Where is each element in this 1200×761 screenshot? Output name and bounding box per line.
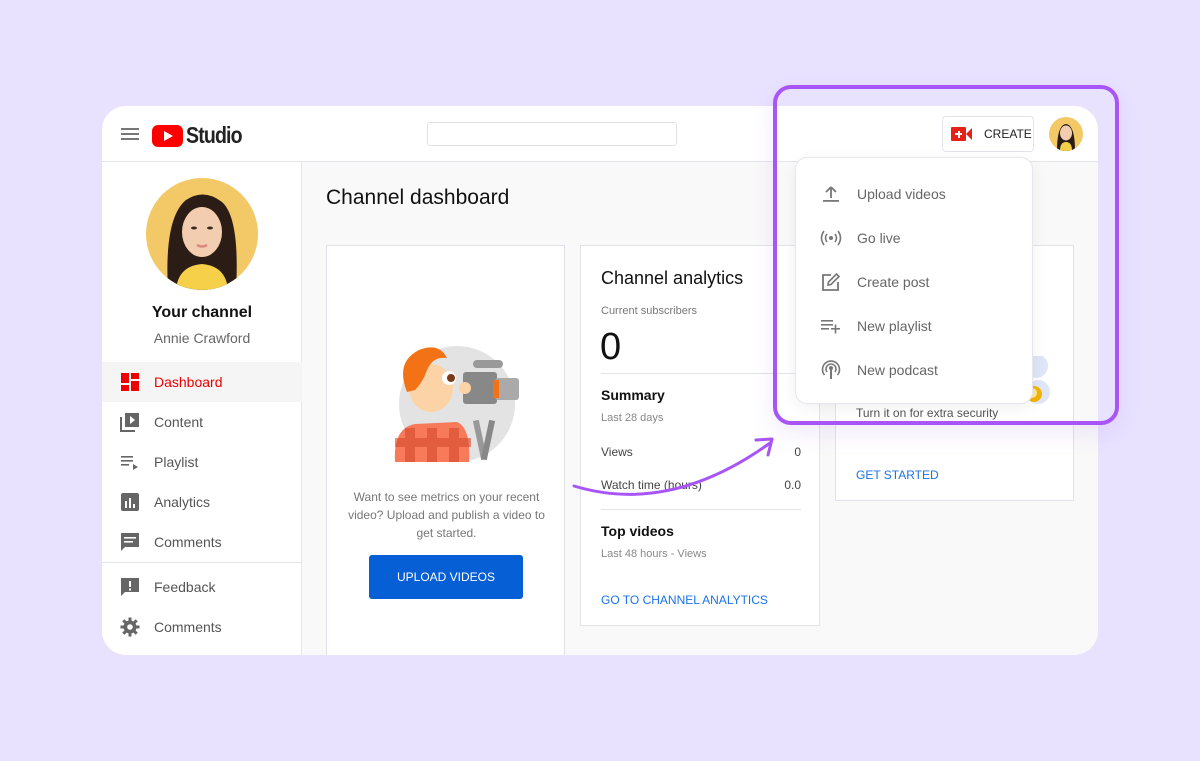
dashboard-icon xyxy=(120,372,140,392)
create-post-icon xyxy=(820,271,842,293)
go-to-channel-analytics-link[interactable]: GO TO CHANNEL ANALYTICS xyxy=(601,593,768,607)
security-text: Turn it on for extra security xyxy=(856,406,999,420)
search-input[interactable] xyxy=(427,122,677,146)
watch-time-value: 0.0 xyxy=(784,478,801,492)
upload-videos-button[interactable]: UPLOAD VIDEOS xyxy=(369,555,523,599)
top-bar: Studio CREATE xyxy=(102,106,1098,162)
youtube-studio-logo[interactable]: Studio xyxy=(152,122,252,149)
menu-item-label: New playlist xyxy=(857,318,932,334)
create-label: CREATE xyxy=(984,127,1032,141)
sidebar-item-playlist[interactable]: Playlist xyxy=(102,442,302,482)
sidebar-item-label: Comments xyxy=(154,534,222,550)
watch-time-label: Watch time (hours) xyxy=(601,478,702,492)
sidebar-item-analytics[interactable]: Analytics xyxy=(102,482,302,522)
playlist-add-icon xyxy=(820,315,842,337)
video-camera-add-icon xyxy=(951,127,973,141)
sidebar-item-label: Content xyxy=(154,414,204,430)
menu-item-create-post[interactable]: Create post xyxy=(796,260,1032,304)
comments-icon xyxy=(120,532,140,552)
gear-icon xyxy=(120,617,140,637)
menu-item-label: New podcast xyxy=(857,362,938,378)
account-avatar[interactable] xyxy=(1049,117,1083,151)
channel-analytics-card: Channel analytics Current subscribers 0 … xyxy=(580,245,820,626)
analytics-title: Channel analytics xyxy=(601,268,744,288)
live-icon xyxy=(820,227,842,249)
sidebar-item-label: Comments xyxy=(154,619,222,635)
watch-time-row: Watch time (hours) 0.0 xyxy=(601,478,801,492)
upload-description: Want to see metrics on your recent video… xyxy=(348,490,545,540)
sidebar-item-feedback[interactable]: Feedback xyxy=(102,567,302,607)
get-started-link[interactable]: GET STARTED xyxy=(856,468,939,482)
content-icon xyxy=(120,412,140,432)
create-button[interactable]: CREATE xyxy=(942,116,1034,152)
menu-item-go-live[interactable]: Go live xyxy=(796,216,1032,260)
top-videos-period: Last 48 hours - Views xyxy=(601,548,707,560)
upload-card: Want to see metrics on your recent video… xyxy=(326,245,565,655)
sidebar-item-settings[interactable]: Comments xyxy=(102,607,302,647)
sidebar-item-comments[interactable]: Comments xyxy=(102,522,302,562)
menu-item-upload-videos[interactable]: Upload videos xyxy=(796,172,1032,216)
videographer-illustration xyxy=(385,342,525,470)
sidebar-item-content[interactable]: Content xyxy=(102,402,302,442)
sidebar-item-label: Dashboard xyxy=(154,374,223,390)
sidebar-item-label: Feedback xyxy=(154,579,216,595)
channel-name: Annie Crawford xyxy=(153,330,251,346)
summary-title: Summary xyxy=(601,387,665,403)
playlist-icon xyxy=(120,452,140,472)
upload-icon xyxy=(820,183,842,205)
menu-item-label: Upload videos xyxy=(857,186,946,202)
menu-item-new-playlist[interactable]: New playlist xyxy=(796,304,1032,348)
summary-period: Last 28 days xyxy=(601,412,664,424)
top-videos-title: Top videos xyxy=(601,523,674,539)
menu-item-label: Create post xyxy=(857,274,930,290)
menu-icon[interactable] xyxy=(121,128,139,140)
sidebar-item-label: Analytics xyxy=(154,494,211,510)
subscribers-count: 0 xyxy=(600,326,622,368)
channel-avatar[interactable] xyxy=(146,178,258,290)
menu-item-new-podcast[interactable]: New podcast xyxy=(796,348,1032,392)
analytics-icon xyxy=(120,492,140,512)
menu-item-label: Go live xyxy=(857,230,901,246)
sidebar-divider xyxy=(102,562,302,563)
subscribers-label: Current subscribers xyxy=(601,305,697,317)
divider xyxy=(601,373,801,374)
views-label: Views xyxy=(601,445,633,459)
feedback-icon xyxy=(120,577,140,597)
youtube-play-icon xyxy=(152,124,183,147)
logo-text: Studio xyxy=(186,122,243,148)
divider xyxy=(601,509,801,510)
create-menu: Upload videos Go live Create post New pl… xyxy=(795,157,1033,404)
page-title: Channel dashboard xyxy=(326,186,510,209)
views-row: Views 0 xyxy=(601,445,801,459)
sidebar-item-dashboard[interactable]: Dashboard xyxy=(102,362,302,402)
channel-title: Your channel xyxy=(151,304,253,321)
podcast-icon xyxy=(820,359,842,381)
sidebar-item-label: Playlist xyxy=(154,454,199,470)
sidebar-nav: Dashboard Content Playlist Analytics Com… xyxy=(102,362,302,647)
sidebar: Your channel Annie Crawford Dashboard Co… xyxy=(102,162,302,655)
views-value: 0 xyxy=(794,445,801,459)
